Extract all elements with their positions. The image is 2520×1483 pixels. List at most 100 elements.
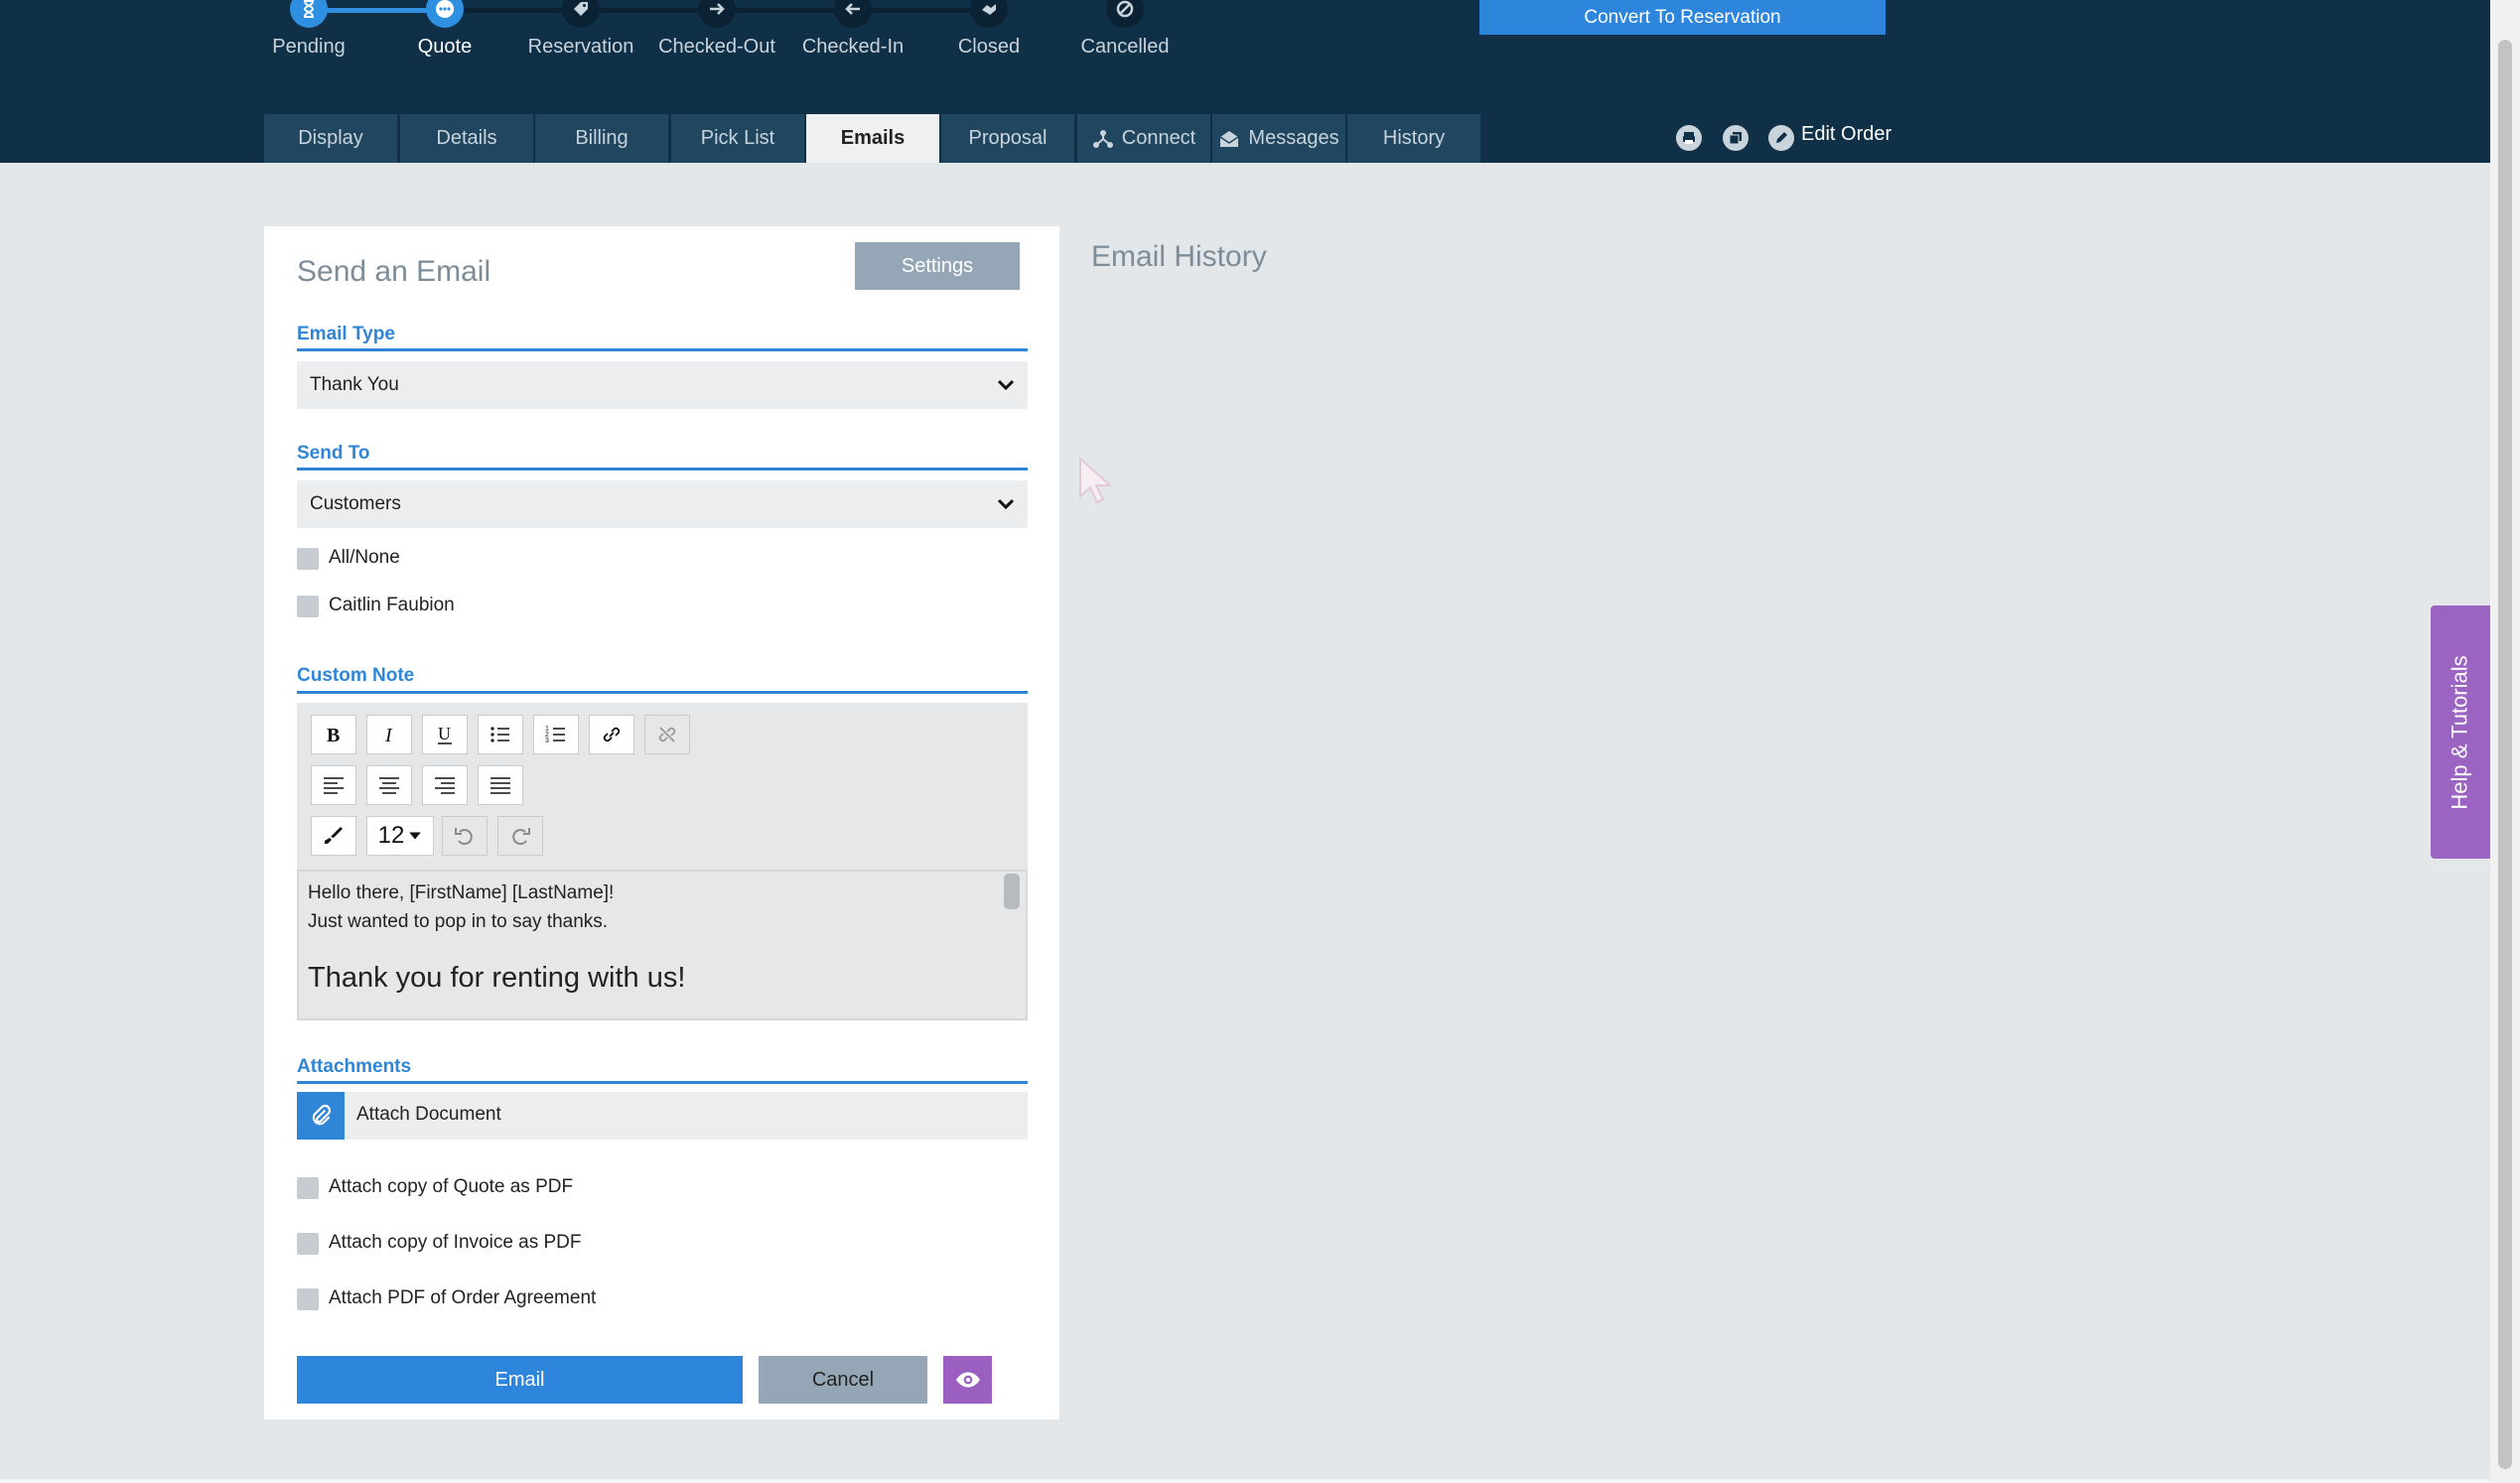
attachments-label: Attachments <box>297 1056 412 1077</box>
tab-label: Connect <box>1121 127 1196 149</box>
recipient-checkbox[interactable] <box>297 596 319 617</box>
italic-button[interactable]: I <box>366 715 412 754</box>
edit-order-link[interactable]: Edit Order <box>1801 123 1891 146</box>
tab-details[interactable]: Details <box>400 114 533 163</box>
brush-icon <box>325 827 343 844</box>
email-type-label: Email Type <box>297 324 395 344</box>
tab-label: Display <box>298 127 363 149</box>
tab-label: History <box>1382 127 1446 149</box>
step-label-pending: Pending <box>272 36 346 58</box>
attach-agreement-checkbox[interactable] <box>297 1288 319 1310</box>
numbered-list-button[interactable]: 123 <box>533 715 579 754</box>
step-label-quote: Quote <box>417 36 473 58</box>
underline-icon: U <box>438 724 452 744</box>
email-type-value: Thank You <box>310 374 399 395</box>
email-button[interactable]: Email <box>297 1356 743 1404</box>
attach-agreement-label: Attach PDF of Order Agreement <box>329 1287 597 1308</box>
bullet-list-icon <box>490 727 509 742</box>
tab-label: Proposal <box>968 127 1048 149</box>
tab-label: Pick List <box>700 127 775 149</box>
email-history-title: Email History <box>1091 240 1267 273</box>
note-line: Just wanted to pop in to say thanks. <box>308 911 609 932</box>
align-left-icon <box>324 777 344 794</box>
attach-quote-checkbox[interactable] <box>297 1177 319 1199</box>
note-heading: Thank you for renting with us! <box>308 962 686 994</box>
convert-to-reservation-button[interactable]: Convert To Reservation <box>1479 0 1886 35</box>
step-label-cancelled: Cancelled <box>1080 36 1170 58</box>
left-panel-top-strip <box>264 163 1059 226</box>
mouse-cursor-icon <box>1079 457 1112 504</box>
font-size-select[interactable]: 12 <box>366 816 434 856</box>
help-tutorials-tab[interactable]: Help & Tutorials <box>2431 606 2490 859</box>
bullet-list-button[interactable] <box>478 715 523 754</box>
attach-invoice-checkbox[interactable] <box>297 1233 319 1255</box>
attach-document-label: Attach Document <box>356 1104 501 1125</box>
all-none-checkbox[interactable] <box>297 548 319 570</box>
editor-scrollbar-thumb[interactable] <box>1004 874 1020 909</box>
connect-icon <box>1092 129 1113 148</box>
tab-connect[interactable]: Connect <box>1077 114 1210 163</box>
send-to-value: Customers <box>310 493 401 514</box>
copy-icon[interactable] <box>1723 125 1749 151</box>
link-icon <box>603 727 621 742</box>
align-right-icon <box>435 777 455 794</box>
send-email-title: Send an Email <box>297 255 491 288</box>
align-justify-icon <box>490 777 510 794</box>
undo-button[interactable] <box>442 816 488 856</box>
send-to-select[interactable]: Customers <box>297 480 1028 528</box>
link-button[interactable] <box>589 715 634 754</box>
chevron-down-icon <box>997 498 1015 510</box>
svg-text:B: B <box>327 725 340 746</box>
underline-button[interactable]: U <box>422 715 468 754</box>
redo-button[interactable] <box>497 816 543 856</box>
step-connector-4 <box>717 8 853 13</box>
align-left-button[interactable] <box>311 765 356 805</box>
cancel-button[interactable]: Cancel <box>759 1356 927 1404</box>
attach-invoice-label: Attach copy of Invoice as PDF <box>329 1232 582 1253</box>
preview-button[interactable] <box>943 1356 992 1404</box>
tab-emails[interactable]: Emails <box>806 114 939 163</box>
caret-down-icon <box>409 832 422 840</box>
svg-text:U: U <box>438 724 451 743</box>
attachments-rule <box>297 1081 1028 1084</box>
font-size-value: 12 <box>377 822 405 849</box>
email-type-select[interactable]: Thank You <box>297 361 1028 409</box>
all-none-label: All/None <box>329 547 400 568</box>
bold-icon: B <box>327 725 340 746</box>
undo-icon <box>455 828 473 846</box>
tab-pick-list[interactable]: Pick List <box>671 114 804 163</box>
settings-button[interactable]: Settings <box>855 242 1020 290</box>
step-connector-5 <box>853 8 989 13</box>
tab-label: Messages <box>1248 127 1339 149</box>
align-right-button[interactable] <box>422 765 468 805</box>
eye-icon <box>955 1372 980 1388</box>
svg-text:3: 3 <box>545 738 549 744</box>
tab-proposal[interactable]: Proposal <box>941 114 1074 163</box>
align-center-icon <box>379 777 399 794</box>
envelope-open-icon <box>1220 130 1239 147</box>
tab-messages[interactable]: Messages <box>1212 114 1345 163</box>
custom-note-label: Custom Note <box>297 665 415 686</box>
align-center-button[interactable] <box>366 765 412 805</box>
send-to-rule <box>297 468 1028 471</box>
help-tutorials-label: Help & Tutorials <box>2448 654 2473 810</box>
bold-button[interactable]: B <box>311 715 356 754</box>
tab-history[interactable]: History <box>1347 114 1480 163</box>
redo-icon <box>512 828 530 846</box>
tab-billing[interactable]: Billing <box>535 114 668 163</box>
step-connector-3 <box>581 8 717 13</box>
print-icon[interactable] <box>1676 125 1702 151</box>
page-scrollbar-thumb[interactable] <box>2498 40 2512 1469</box>
paperclip-icon[interactable] <box>297 1092 345 1140</box>
step-label-reservation: Reservation <box>527 36 634 58</box>
numbered-list-icon: 123 <box>545 726 565 744</box>
pencil-icon[interactable] <box>1768 125 1794 151</box>
unlink-button[interactable] <box>644 715 690 754</box>
align-justify-button[interactable] <box>478 765 523 805</box>
tab-label: Billing <box>575 127 629 149</box>
text-color-button[interactable] <box>311 816 356 856</box>
tab-display[interactable]: Display <box>264 114 397 163</box>
step-connector-1 <box>309 8 445 13</box>
tab-label: Emails <box>840 127 906 149</box>
tab-label: Details <box>436 127 497 149</box>
